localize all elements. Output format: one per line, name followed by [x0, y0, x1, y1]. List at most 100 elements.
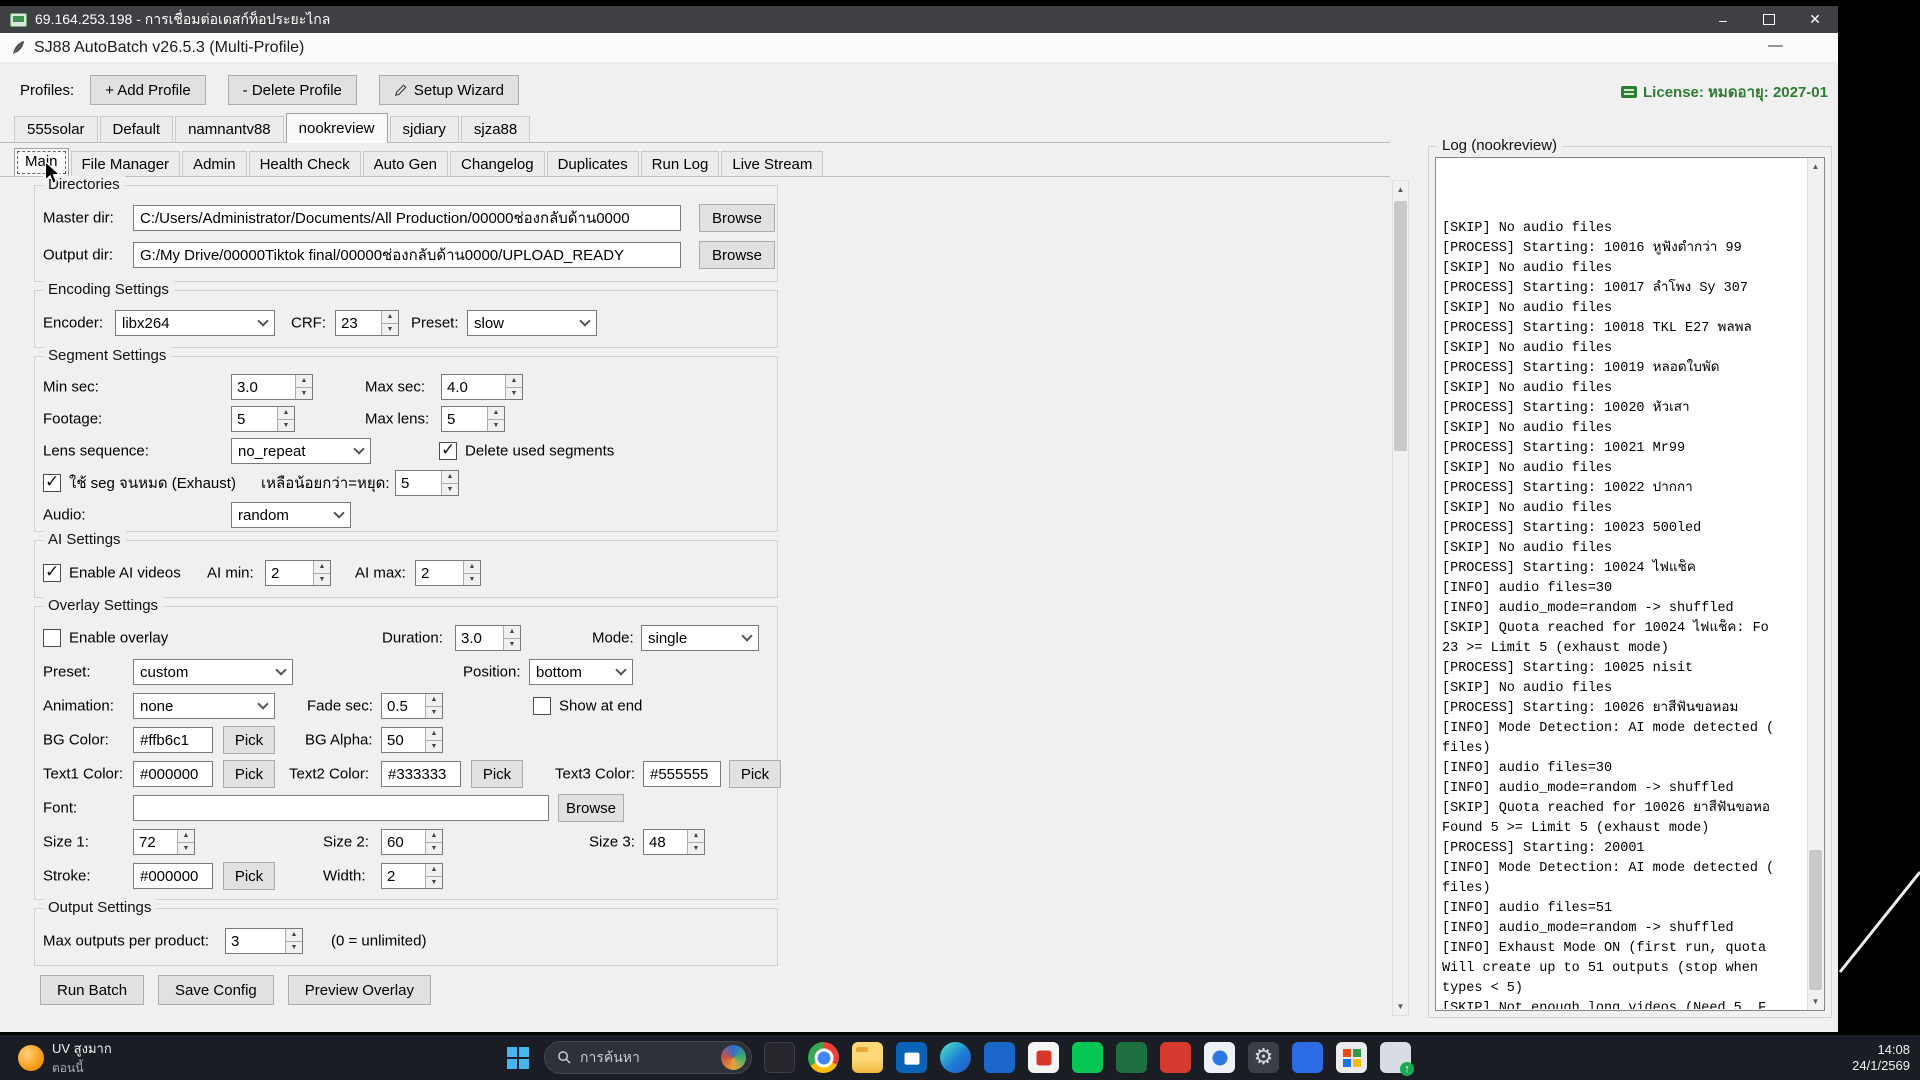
search-daily-image[interactable]	[721, 1045, 746, 1070]
spin-down-icon[interactable]: ▼	[314, 573, 330, 585]
size1-spinner[interactable]: 72 ▲ ▼	[133, 829, 195, 855]
bg-color-pick-button[interactable]: Pick	[223, 726, 275, 754]
section-tab[interactable]: Auto Gen	[362, 151, 449, 177]
stroke-pick-button[interactable]: Pick	[223, 862, 275, 890]
position-select[interactable]: bottom	[529, 659, 633, 685]
ai-max-spinner[interactable]: 2 ▲ ▼	[415, 560, 481, 586]
spin-up-icon[interactable]: ▲	[286, 929, 302, 942]
section-tab[interactable]: Admin	[182, 151, 247, 177]
encoder-select[interactable]: libx264	[115, 310, 275, 336]
section-tab[interactable]: Duplicates	[546, 151, 639, 177]
scroll-up-icon[interactable]: ▲	[1808, 158, 1823, 175]
remain-stop-spinner[interactable]: 5 ▲ ▼	[395, 470, 459, 496]
text2-pick-button[interactable]: Pick	[471, 760, 523, 788]
section-tab[interactable]: Run Log	[640, 151, 720, 177]
footage-spinner[interactable]: 5 ▲ ▼	[231, 406, 295, 432]
size3-spinner[interactable]: 48 ▲ ▼	[643, 829, 705, 855]
font-browse-button[interactable]: Browse	[558, 794, 624, 822]
office-app-icon[interactable]	[1336, 1042, 1367, 1073]
animation-select[interactable]: none	[133, 693, 275, 719]
crf-spinner[interactable]: 23 ▲ ▼	[335, 310, 399, 336]
size2-spinner[interactable]: 60 ▲ ▼	[381, 829, 443, 855]
start-button[interactable]	[500, 1040, 536, 1076]
spin-down-icon[interactable]: ▼	[426, 740, 442, 752]
spin-down-icon[interactable]: ▼	[286, 941, 302, 953]
scroll-down-icon[interactable]: ▼	[1393, 998, 1408, 1015]
add-profile-button[interactable]: + Add Profile	[90, 75, 206, 105]
overlay-preset-select[interactable]: custom	[133, 659, 293, 685]
profile-tab[interactable]: namnantv88	[175, 116, 284, 143]
text1-pick-button[interactable]: Pick	[223, 760, 275, 788]
font-input[interactable]	[133, 795, 549, 821]
section-tab[interactable]: File Manager	[70, 151, 181, 177]
spin-up-icon[interactable]: ▲	[488, 407, 504, 420]
spin-down-icon[interactable]: ▼	[688, 842, 704, 854]
delete-profile-button[interactable]: - Delete Profile	[227, 75, 357, 105]
spin-down-icon[interactable]: ▼	[442, 483, 458, 495]
section-tab[interactable]: Health Check	[248, 151, 361, 177]
spin-up-icon[interactable]: ▲	[278, 407, 294, 420]
preset-select[interactable]: slow	[467, 310, 597, 336]
run-batch-button[interactable]: Run Batch	[40, 975, 145, 1005]
updating-app-icon[interactable]	[1380, 1042, 1414, 1076]
profile-tab[interactable]: Default	[99, 116, 174, 143]
file-explorer-icon[interactable]	[852, 1042, 883, 1073]
taskbar-search-box[interactable]: การค้นหา	[544, 1041, 752, 1074]
scroll-up-icon[interactable]: ▲	[1393, 181, 1408, 198]
blue-app-icon[interactable]	[984, 1042, 1015, 1073]
red-app-icon[interactable]	[1160, 1042, 1191, 1073]
spin-up-icon[interactable]: ▲	[688, 830, 704, 843]
spin-up-icon[interactable]: ▲	[506, 375, 522, 388]
spin-down-icon[interactable]: ▼	[426, 842, 442, 854]
excel-icon[interactable]	[1116, 1042, 1147, 1073]
master-dir-input[interactable]: C:/Users/Administrator/Documents/All Pro…	[133, 205, 681, 231]
spin-down-icon[interactable]: ▼	[382, 323, 398, 335]
rdp-maximize-button[interactable]	[1746, 6, 1792, 33]
profile-tab[interactable]: nookreview	[285, 113, 388, 143]
lens-sequence-select[interactable]: no_repeat	[231, 438, 371, 464]
chrome-icon[interactable]	[808, 1042, 839, 1073]
blue-a-app-icon[interactable]	[1292, 1042, 1323, 1073]
fade-sec-spinner[interactable]: 0.5 ▲ ▼	[381, 693, 443, 719]
spin-down-icon[interactable]: ▼	[504, 638, 520, 650]
enable-overlay-checkbox[interactable]	[43, 629, 61, 647]
spin-down-icon[interactable]: ▼	[464, 573, 480, 585]
stroke-width-spinner[interactable]: 2 ▲ ▼	[381, 863, 443, 889]
spin-down-icon[interactable]: ▼	[488, 419, 504, 431]
spin-up-icon[interactable]: ▲	[382, 311, 398, 324]
weather-widget[interactable]: UV สูงมาก ตอนนี้	[10, 1035, 120, 1080]
spin-up-icon[interactable]: ▲	[178, 830, 194, 843]
max-sec-spinner[interactable]: 4.0 ▲ ▼	[441, 374, 523, 400]
setup-wizard-button[interactable]: Setup Wizard	[378, 75, 519, 105]
microsoft-store-icon[interactable]	[896, 1042, 927, 1073]
section-tab[interactable]: Live Stream	[721, 151, 824, 177]
app-minimize-button[interactable]: —	[1768, 37, 1783, 54]
ai-min-spinner[interactable]: 2 ▲ ▼	[265, 560, 331, 586]
form-vertical-scrollbar[interactable]: ▲ ▼	[1392, 180, 1409, 1016]
form-scrollbar-thumb[interactable]	[1394, 201, 1407, 451]
bg-alpha-spinner[interactable]: 50 ▲ ▼	[381, 727, 443, 753]
log-scrollbar[interactable]: ▲ ▼	[1807, 158, 1824, 1010]
mode-select[interactable]: single	[641, 625, 759, 651]
spin-up-icon[interactable]: ▲	[464, 561, 480, 574]
text2-color-input[interactable]: #333333	[381, 761, 461, 787]
spin-up-icon[interactable]: ▲	[504, 626, 520, 639]
spin-down-icon[interactable]: ▼	[506, 387, 522, 399]
profile-tab[interactable]: sjdiary	[389, 116, 459, 143]
red-doc-app-icon[interactable]	[1028, 1042, 1059, 1073]
audio-select[interactable]: random	[231, 502, 351, 528]
max-lens-spinner[interactable]: 5 ▲ ▼	[441, 406, 505, 432]
min-sec-spinner[interactable]: 3.0 ▲ ▼	[231, 374, 313, 400]
spin-up-icon[interactable]: ▲	[426, 728, 442, 741]
duration-spinner[interactable]: 3.0 ▲ ▼	[455, 625, 521, 651]
output-dir-input[interactable]: G:/My Drive/00000Tiktok final/00000ช่องก…	[133, 242, 681, 268]
text3-color-input[interactable]: #555555	[643, 761, 721, 787]
rdp-close-button[interactable]: ✕	[1792, 6, 1838, 33]
show-at-end-checkbox[interactable]	[533, 697, 551, 715]
spin-up-icon[interactable]: ▲	[296, 375, 312, 388]
profile-tab[interactable]: sjza88	[460, 116, 531, 143]
bg-color-input[interactable]: #ffb6c1	[133, 727, 213, 753]
settings-gear-icon[interactable]	[1248, 1042, 1279, 1073]
profile-tab[interactable]: 555solar	[14, 116, 98, 143]
master-dir-browse-button[interactable]: Browse	[699, 204, 775, 232]
